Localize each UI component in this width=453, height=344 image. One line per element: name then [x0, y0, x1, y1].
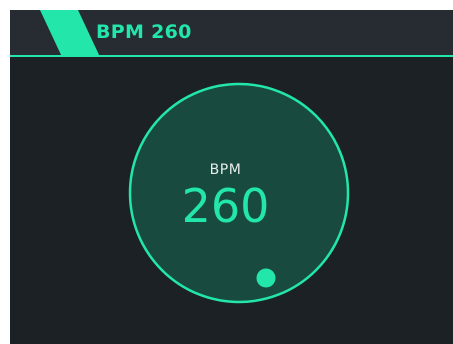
- bpm-value: 260: [181, 179, 270, 233]
- header-bar: BPM 260: [10, 10, 453, 57]
- dial-handle-icon[interactable]: [256, 268, 276, 288]
- page-title: BPM 260: [96, 21, 192, 43]
- bpm-screen: BPM 260 BPM 260: [10, 10, 453, 344]
- header-divider: [10, 55, 453, 57]
- tab-accent: [40, 10, 100, 57]
- dial-label: BPM: [209, 162, 242, 178]
- app-frame: BPM 260 BPM 260: [0, 0, 453, 344]
